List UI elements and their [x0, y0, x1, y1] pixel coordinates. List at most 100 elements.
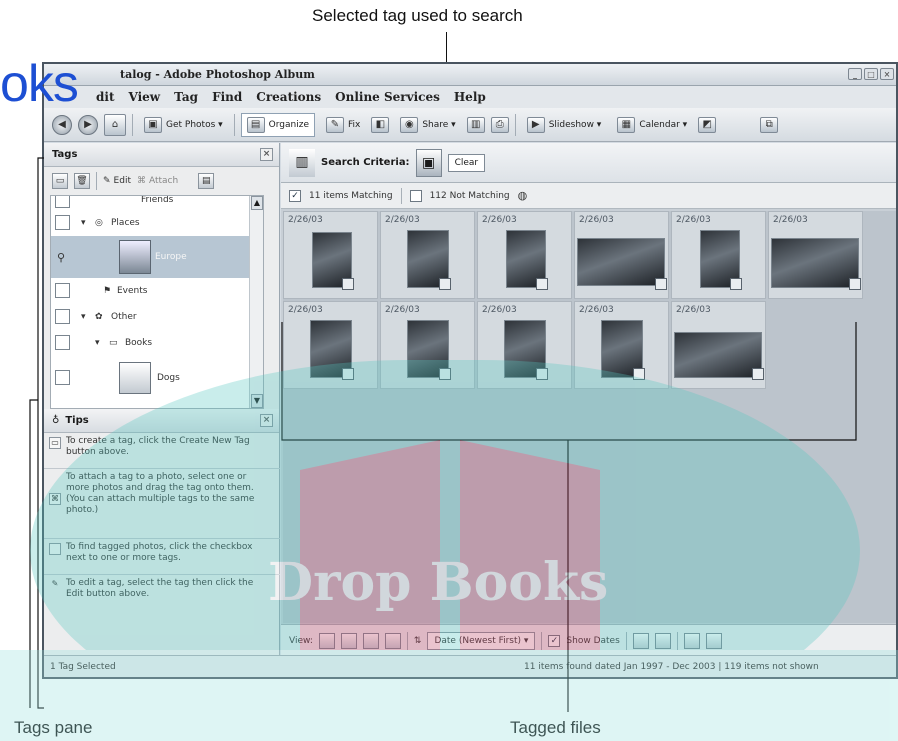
organize-button[interactable]: ▤ Organize [240, 112, 315, 137]
sort-order-dropdown[interactable]: Date (Newest First) ▾ [427, 631, 536, 650]
photo-cell[interactable]: 2/26/03 [574, 301, 669, 389]
calendar-button[interactable]: ▦ Calendar ▾ [612, 113, 692, 137]
get-photos-button[interactable]: ▣ Get Photos ▾ [139, 113, 228, 137]
tag-row-events[interactable]: ⚑ Events [51, 278, 263, 304]
not-matching-label: 112 Not Matching [429, 190, 510, 201]
home-icon[interactable]: ⌂ [104, 113, 126, 136]
compare-icon[interactable]: ◧ [371, 116, 390, 133]
photo-thumbnail [577, 238, 665, 286]
maximize-button[interactable]: □ [864, 68, 878, 80]
menu-find[interactable]: Find [212, 90, 242, 104]
tag-checkbox[interactable] [55, 215, 70, 230]
tip-item: To find tagged photos, click the checkbo… [44, 539, 280, 575]
small-thumbnails-icon[interactable] [318, 632, 335, 649]
matching-checkbox[interactable]: ✓ [289, 189, 301, 202]
menu-tag[interactable]: Tag [174, 90, 198, 104]
clear-search-button[interactable]: Clear [447, 153, 486, 172]
close-button[interactable]: × [880, 68, 894, 80]
help-icon[interactable]: ◍ [518, 189, 528, 202]
photo-date: 2/26/03 [482, 215, 517, 225]
not-matching-checkbox[interactable] [409, 189, 422, 202]
toolbar-separator [132, 113, 133, 136]
forward-button[interactable]: ▶ [78, 114, 98, 135]
photo-cell[interactable]: 2/26/03 [380, 301, 475, 389]
copy-icon[interactable] [683, 632, 700, 649]
scroll-down-button[interactable]: ▼ [251, 394, 263, 408]
show-dates-checkbox[interactable]: ✓ [548, 634, 561, 647]
tip-item: ⌘ To attach a tag to a photo, select one… [44, 469, 280, 539]
create-tag-icon: ▭ [49, 437, 61, 449]
tag-list-scrollbar[interactable]: ▲ ▼ [249, 196, 263, 408]
new-tag-icon[interactable]: ▭ [52, 173, 68, 189]
photo-cell[interactable]: 2/26/03 [380, 211, 475, 299]
trash-icon[interactable] [705, 632, 722, 649]
tag-checkbox[interactable] [55, 370, 70, 385]
menu-view[interactable]: View [129, 90, 161, 104]
tag-label-friends: Friends [141, 195, 174, 205]
photo-cell[interactable]: 2/26/03 [574, 211, 669, 299]
get-photos-label: Get Photos ▾ [166, 119, 223, 130]
tag-checkbox[interactable] [55, 309, 70, 324]
share-label: Share ▾ [422, 119, 456, 130]
slideshow-button[interactable]: ▶ Slideshow ▾ [522, 113, 607, 137]
edit-tag-button[interactable]: ✎ Edit [103, 176, 131, 186]
timeline-icon[interactable]: ⧉ [760, 116, 779, 133]
share-icon: ◉ [400, 116, 419, 133]
tag-row-friends[interactable]: Friends [51, 195, 263, 208]
share-button[interactable]: ◉ Share ▾ [395, 113, 460, 137]
books-expander-icon[interactable]: ▾ [95, 338, 100, 348]
fix-button[interactable]: ✎ Fix [321, 113, 365, 137]
photo-cell[interactable]: 2/26/03 [477, 211, 572, 299]
view-separator [541, 631, 543, 650]
places-expander-icon[interactable]: ▾ [81, 218, 86, 228]
tag-checkbox[interactable] [55, 335, 70, 350]
tags-pane-close-button[interactable]: × [260, 148, 273, 161]
order-prints-icon[interactable]: ▥ [466, 116, 485, 133]
selected-tag-icon[interactable]: ▣ [415, 148, 442, 177]
tag-view-icon[interactable]: ◩ [698, 116, 717, 133]
delete-tag-icon[interactable]: 🗑 [74, 173, 90, 189]
tips-close-button[interactable]: × [260, 414, 273, 427]
photo-cell[interactable]: 2/26/03 [671, 301, 766, 389]
tag-checkbox[interactable] [55, 196, 70, 208]
view-options-bar: View: ⇅ Date (Newest First) ▾ ✓ Show Dat… [281, 624, 896, 656]
toolbar-separator [233, 113, 235, 136]
globe-icon: ◎ [95, 218, 103, 228]
tag-toolbar: ▭ 🗑 ✎ Edit ⌘ Attach ▤ [44, 167, 279, 195]
tag-badge-icon [439, 278, 451, 290]
rotate-left-icon[interactable] [632, 632, 649, 649]
tag-row-dogs[interactable]: Dogs [51, 356, 263, 400]
tag-label-places: Places [111, 218, 140, 228]
menu-online-services[interactable]: Online Services [335, 90, 440, 104]
photo-cell[interactable]: 2/26/03 [283, 301, 378, 389]
medium-thumbnails-icon[interactable] [340, 632, 357, 649]
attach-tag-button[interactable]: ⌘ Attach [137, 176, 178, 186]
back-button[interactable]: ◀ [52, 114, 72, 135]
menu-creations[interactable]: Creations [256, 90, 321, 104]
menu-edit[interactable]: dit [96, 90, 115, 104]
rotate-right-icon[interactable] [654, 632, 671, 649]
tag-tree: Friends ▾ ◎ Places ⚲ Europe ⚑ Events ▾ ✿… [50, 195, 264, 409]
photo-cell[interactable]: 2/26/03 [768, 211, 863, 299]
tag-checkbox[interactable] [55, 283, 70, 298]
tag-row-europe[interactable]: ⚲ Europe [51, 236, 263, 278]
tag-row-other[interactable]: ▾ ✿ Other [51, 304, 263, 330]
menu-help[interactable]: Help [454, 90, 486, 104]
tag-row-places[interactable]: ▾ ◎ Places [51, 210, 263, 236]
tag-view-toggle-icon[interactable]: ▤ [198, 173, 215, 189]
minimize-button[interactable]: _ [848, 68, 862, 80]
slideshow-icon: ▶ [526, 116, 545, 133]
details-view-icon[interactable] [362, 632, 379, 649]
photo-date: 2/26/03 [579, 215, 614, 225]
print-icon[interactable]: ⎙ [490, 116, 509, 133]
app-window: talog - Adobe Photoshop Album _ □ × dit … [42, 62, 898, 679]
tag-badge-icon [439, 368, 451, 380]
photo-cell[interactable]: 2/26/03 [283, 211, 378, 299]
match-separator [400, 187, 402, 204]
single-photo-icon[interactable] [384, 632, 401, 649]
scroll-up-button[interactable]: ▲ [251, 196, 263, 210]
other-expander-icon[interactable]: ▾ [81, 312, 86, 322]
tag-row-books[interactable]: ▾ ▭ Books [51, 330, 263, 356]
photo-cell[interactable]: 2/26/03 [671, 211, 766, 299]
photo-cell[interactable]: 2/26/03 [477, 301, 572, 389]
